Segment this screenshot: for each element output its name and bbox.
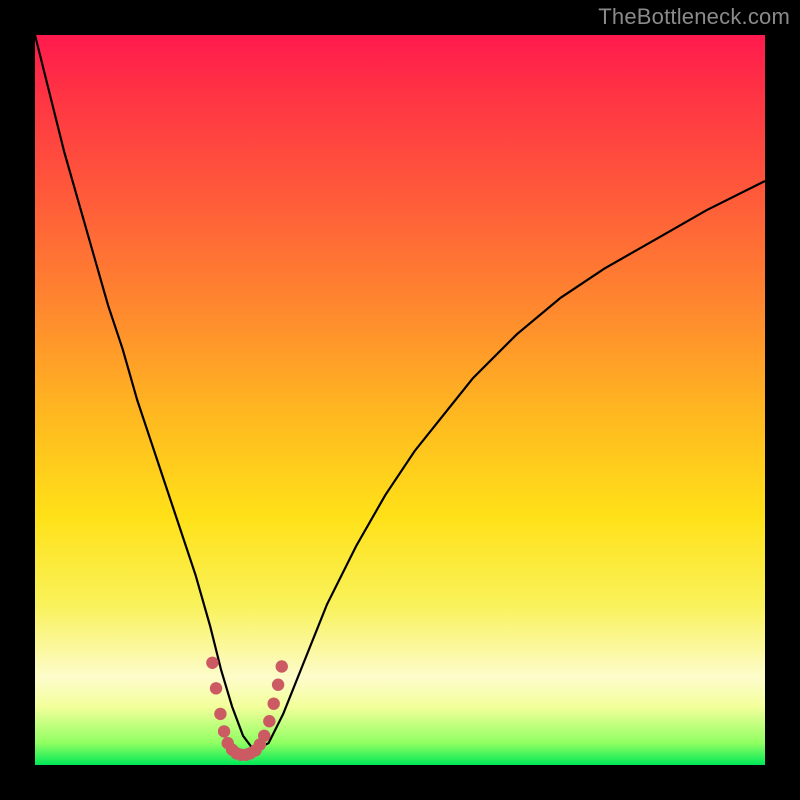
watermark-label: TheBottleneck.com: [598, 4, 790, 30]
marker-dot: [272, 679, 284, 691]
flat-bottom-dots: [206, 657, 288, 761]
plot-area: [35, 35, 765, 765]
marker-dot: [258, 730, 270, 742]
chart-frame: TheBottleneck.com: [0, 0, 800, 800]
marker-dot: [263, 715, 275, 727]
curve-svg: [35, 35, 765, 765]
marker-dot: [268, 697, 280, 709]
marker-dot: [276, 660, 288, 672]
marker-dot: [210, 682, 222, 694]
bottleneck-curve: [35, 35, 765, 750]
marker-dot: [214, 708, 226, 720]
marker-dot: [218, 725, 230, 737]
marker-dot: [206, 657, 218, 669]
